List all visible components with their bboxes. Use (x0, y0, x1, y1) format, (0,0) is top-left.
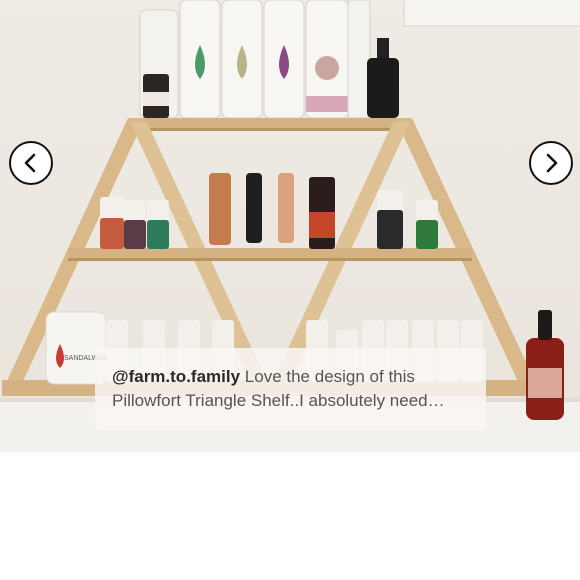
product-photo: SANDALWOOD @farm.to.family Love the desi… (0, 0, 580, 452)
carousel-next-button[interactable] (529, 141, 573, 185)
chevron-left-icon (24, 153, 36, 173)
middle-shelf-items (100, 173, 438, 249)
chevron-right-icon (546, 153, 558, 173)
caption-username[interactable]: @farm.to.family (112, 367, 240, 386)
caption-line-2: Pillowfort Triangle Shelf..I absolutely … (112, 391, 445, 410)
post-caption[interactable]: @farm.to.family Love the design of this … (95, 348, 486, 430)
top-bottles (139, 0, 399, 119)
caption-line-1: @farm.to.family Love the design of this (112, 365, 472, 389)
caption-text: Love the design of this (244, 367, 415, 386)
carousel-prev-button[interactable] (9, 141, 53, 185)
